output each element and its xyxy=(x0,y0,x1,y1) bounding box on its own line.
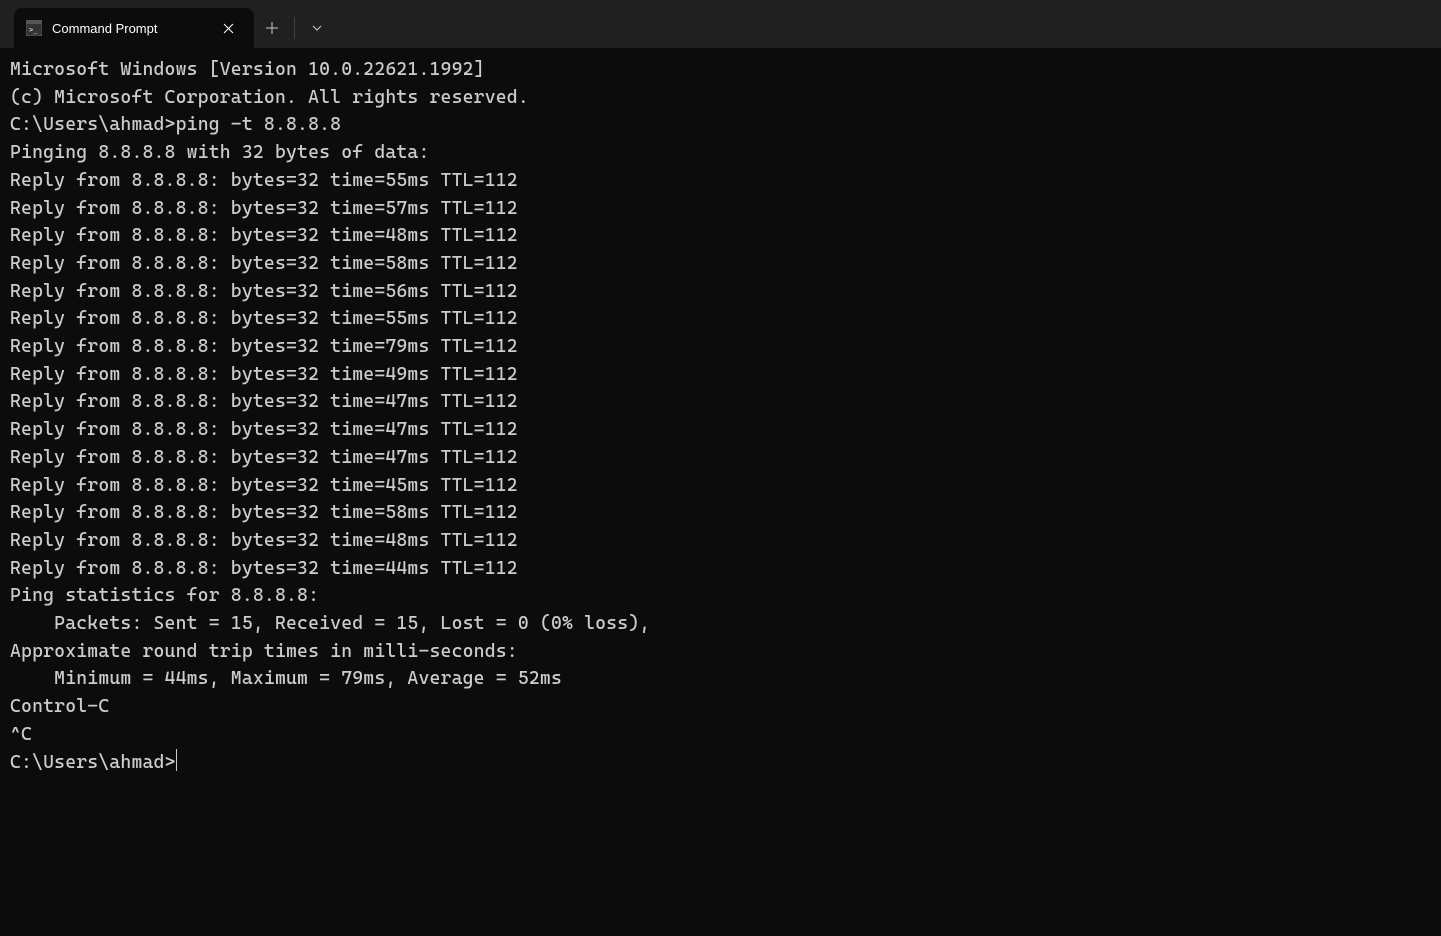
prompt-line: C:\Users\ahmad> xyxy=(10,749,1431,777)
ping-reply: Reply from 8.8.8.8: bytes=32 time=79ms T… xyxy=(10,333,1431,361)
ping-reply: Reply from 8.8.8.8: bytes=32 time=57ms T… xyxy=(10,195,1431,223)
ping-reply: Reply from 8.8.8.8: bytes=32 time=47ms T… xyxy=(10,388,1431,416)
ping-reply: Reply from 8.8.8.8: bytes=32 time=47ms T… xyxy=(10,444,1431,472)
ping-reply: Reply from 8.8.8.8: bytes=32 time=56ms T… xyxy=(10,278,1431,306)
caret-c: ^C xyxy=(10,721,1431,749)
banner-line: Microsoft Windows [Version 10.0.22621.19… xyxy=(10,56,1431,84)
control-c: Control-C xyxy=(10,693,1431,721)
ping-reply: Reply from 8.8.8.8: bytes=32 time=58ms T… xyxy=(10,499,1431,527)
titlebar-divider xyxy=(294,17,295,39)
cursor xyxy=(176,749,177,771)
stats-header: Ping statistics for 8.8.8.8: xyxy=(10,582,1431,610)
cmd-icon: >_ xyxy=(26,20,42,36)
titlebar-actions xyxy=(254,8,335,48)
ping-reply: Reply from 8.8.8.8: bytes=32 time=47ms T… xyxy=(10,416,1431,444)
new-tab-button[interactable] xyxy=(254,10,290,46)
tab-close-button[interactable] xyxy=(214,14,242,42)
stats-rtt-header: Approximate round trip times in milli-se… xyxy=(10,638,1431,666)
banner-line: (c) Microsoft Corporation. All rights re… xyxy=(10,84,1431,112)
stats-packets: Packets: Sent = 15, Received = 15, Lost … xyxy=(10,610,1431,638)
terminal-output[interactable]: Microsoft Windows [Version 10.0.22621.19… xyxy=(0,48,1441,784)
ping-reply: Reply from 8.8.8.8: bytes=32 time=55ms T… xyxy=(10,167,1431,195)
svg-text:>_: >_ xyxy=(29,26,38,34)
prompt-path: C:\Users\ahmad> xyxy=(10,114,176,135)
prompt-line: C:\Users\ahmad>ping -t 8.8.8.8 xyxy=(10,111,1431,139)
stats-rtt: Minimum = 44ms, Maximum = 79ms, Average … xyxy=(10,665,1431,693)
ping-reply: Reply from 8.8.8.8: bytes=32 time=48ms T… xyxy=(10,527,1431,555)
ping-reply: Reply from 8.8.8.8: bytes=32 time=58ms T… xyxy=(10,250,1431,278)
ping-reply: Reply from 8.8.8.8: bytes=32 time=44ms T… xyxy=(10,555,1431,583)
titlebar: >_ Command Prompt xyxy=(0,0,1441,48)
ping-reply: Reply from 8.8.8.8: bytes=32 time=55ms T… xyxy=(10,305,1431,333)
ping-reply: Reply from 8.8.8.8: bytes=32 time=45ms T… xyxy=(10,472,1431,500)
ping-header: Pinging 8.8.8.8 with 32 bytes of data: xyxy=(10,139,1431,167)
tab-dropdown-button[interactable] xyxy=(299,10,335,46)
ping-reply: Reply from 8.8.8.8: bytes=32 time=49ms T… xyxy=(10,361,1431,389)
prompt-path: C:\Users\ahmad> xyxy=(10,752,176,773)
tab-command-prompt[interactable]: >_ Command Prompt xyxy=(14,8,254,48)
command-text: ping -t 8.8.8.8 xyxy=(176,114,342,135)
ping-reply: Reply from 8.8.8.8: bytes=32 time=48ms T… xyxy=(10,222,1431,250)
tab-title: Command Prompt xyxy=(52,21,164,36)
